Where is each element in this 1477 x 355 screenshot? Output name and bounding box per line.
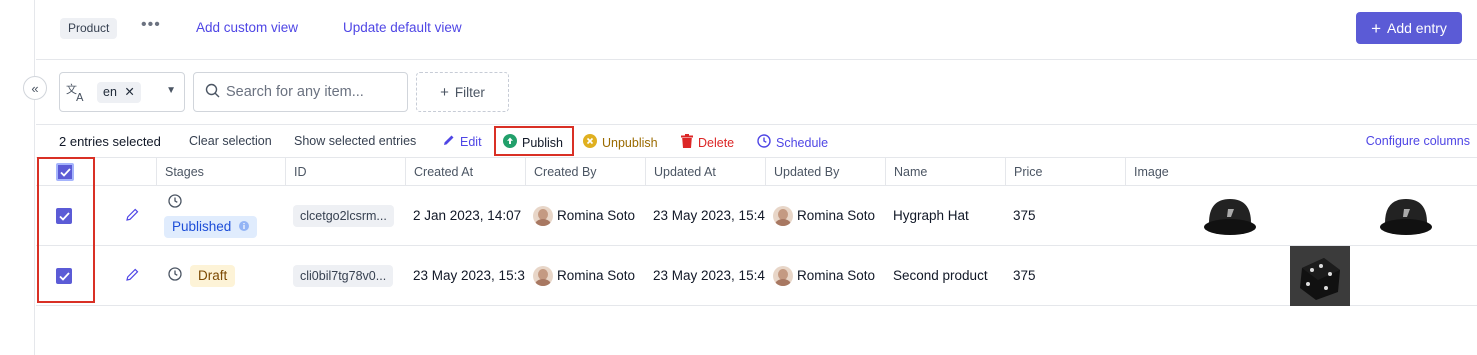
double-chevron-left-icon: « bbox=[31, 80, 39, 96]
created-by-cell: Romina Soto bbox=[525, 246, 645, 305]
schedule-label: Schedule bbox=[776, 135, 829, 150]
column-header-image[interactable]: Image bbox=[1125, 158, 1477, 186]
unpublish-icon bbox=[583, 134, 597, 151]
stage-cell: Published bbox=[156, 186, 285, 245]
search-box[interactable] bbox=[193, 72, 408, 112]
avatar bbox=[533, 265, 553, 286]
collapse-sidebar-button[interactable]: « bbox=[23, 76, 47, 100]
price-cell: 375 bbox=[1013, 208, 1036, 223]
schedule-button[interactable]: Schedule bbox=[757, 134, 828, 151]
cap-image[interactable] bbox=[1201, 191, 1259, 246]
plus-icon: + bbox=[1371, 18, 1381, 38]
add-custom-view-link[interactable]: Add custom view bbox=[196, 20, 298, 35]
show-selected-entries-button[interactable]: Show selected entries bbox=[294, 134, 416, 148]
table-row[interactable]: Draft cli0bil7tg78v0... 23 May 2023, 15:… bbox=[36, 246, 1477, 306]
translate-icon: 文A bbox=[66, 82, 88, 105]
column-header-price[interactable]: Price bbox=[1005, 158, 1125, 186]
column-header-stages[interactable]: Stages bbox=[156, 158, 285, 186]
row-edit-button[interactable] bbox=[118, 186, 148, 245]
entry-id[interactable]: cli0bil7tg78v0... bbox=[293, 264, 394, 287]
pencil-icon bbox=[126, 208, 139, 224]
created-at-cell: 23 May 2023, 15:3 bbox=[413, 268, 525, 283]
checkbox-column-highlight bbox=[37, 157, 95, 303]
table-header: Stages ID Created At Created By Updated … bbox=[36, 157, 1477, 186]
more-options-icon[interactable]: ••• bbox=[141, 16, 161, 34]
avatar bbox=[533, 205, 553, 226]
created-by-cell: Romina Soto bbox=[525, 186, 645, 245]
created-at-cell: 2 Jan 2023, 14:07 bbox=[413, 208, 522, 223]
filter-button[interactable]: + Filter bbox=[416, 72, 509, 112]
bulk-actions-bar: 2 entries selected Clear selection Show … bbox=[36, 125, 1477, 157]
pencil-icon bbox=[443, 134, 455, 149]
pencil-icon bbox=[126, 268, 139, 284]
stage-label: Published bbox=[172, 219, 232, 234]
table-row[interactable]: Published clcetgo2lcsrm... 2 Jan 2023, 1… bbox=[36, 186, 1477, 246]
column-header-updated-at[interactable]: Updated At bbox=[645, 158, 765, 186]
clock-icon bbox=[757, 134, 771, 151]
created-by-name: Romina Soto bbox=[557, 268, 636, 283]
svg-text:A: A bbox=[76, 91, 84, 102]
updated-at-cell: 23 May 2023, 15:4 bbox=[653, 268, 765, 283]
updated-by-name: Romina Soto bbox=[797, 208, 876, 223]
clock-icon bbox=[168, 267, 182, 284]
add-entry-button[interactable]: + Add entry bbox=[1356, 12, 1462, 44]
stage-cell: Draft bbox=[156, 246, 285, 305]
id-cell: cli0bil7tg78v0... bbox=[285, 246, 405, 305]
trash-icon bbox=[681, 134, 693, 151]
updated-by-name: Romina Soto bbox=[797, 268, 876, 283]
stage-badge-published: Published bbox=[164, 215, 258, 238]
configure-columns-button[interactable]: Configure columns bbox=[1366, 134, 1470, 148]
name-cell: Second product bbox=[893, 268, 988, 283]
avatar bbox=[773, 265, 793, 286]
avatar bbox=[773, 205, 793, 226]
clear-selection-button[interactable]: Clear selection bbox=[189, 134, 272, 148]
column-header-created-by[interactable]: Created By bbox=[525, 158, 645, 186]
clock-icon bbox=[168, 193, 182, 211]
edit-button[interactable]: Edit bbox=[443, 134, 482, 149]
delete-label: Delete bbox=[698, 135, 735, 150]
filter-toolbar: 文A en ✕ ▼ + Filter bbox=[36, 60, 1477, 125]
remove-locale-icon[interactable]: ✕ bbox=[124, 85, 134, 99]
updated-by-cell: Romina Soto bbox=[765, 186, 885, 245]
selection-count: 2 entries selected bbox=[59, 134, 161, 149]
left-rail bbox=[0, 0, 35, 355]
edit-column-header bbox=[94, 158, 156, 186]
column-header-id[interactable]: ID bbox=[285, 158, 405, 186]
column-header-created-at[interactable]: Created At bbox=[405, 158, 525, 186]
filter-label: Filter bbox=[454, 84, 485, 100]
column-header-name[interactable]: Name bbox=[885, 158, 1005, 186]
model-tab[interactable]: Product bbox=[60, 18, 118, 39]
search-input[interactable] bbox=[226, 82, 401, 102]
stage-badge-draft: Draft bbox=[190, 264, 236, 287]
update-default-view-link[interactable]: Update default view bbox=[343, 20, 462, 35]
name-cell: Hygraph Hat bbox=[893, 208, 969, 223]
edit-label: Edit bbox=[460, 134, 482, 149]
view-header: Product ••• Add custom view Update defau… bbox=[36, 0, 1477, 60]
search-icon bbox=[205, 83, 221, 104]
price-cell: 375 bbox=[1013, 268, 1036, 283]
plus-icon: + bbox=[440, 83, 449, 101]
unpublish-label: Unpublish bbox=[602, 135, 658, 150]
publish-button[interactable]: Publish bbox=[503, 134, 563, 151]
row-edit-button[interactable] bbox=[118, 246, 148, 305]
entry-id[interactable]: clcetgo2lcsrm... bbox=[293, 204, 394, 227]
locale-label: en bbox=[103, 85, 117, 99]
dice-image[interactable] bbox=[1290, 246, 1350, 311]
info-icon[interactable] bbox=[239, 219, 250, 234]
locale-selector[interactable]: 文A en ✕ ▼ bbox=[59, 72, 185, 112]
column-header-updated-by[interactable]: Updated By bbox=[765, 158, 885, 186]
unpublish-button[interactable]: Unpublish bbox=[583, 134, 658, 151]
publish-label: Publish bbox=[522, 135, 563, 150]
created-by-name: Romina Soto bbox=[557, 208, 636, 223]
add-entry-label: Add entry bbox=[1387, 20, 1447, 36]
locale-chip[interactable]: en ✕ bbox=[97, 82, 141, 103]
cloud-upload-icon bbox=[503, 134, 517, 151]
updated-by-cell: Romina Soto bbox=[765, 246, 885, 305]
id-cell: clcetgo2lcsrm... bbox=[285, 186, 405, 245]
cap-image[interactable] bbox=[1377, 191, 1435, 246]
delete-button[interactable]: Delete bbox=[681, 134, 734, 151]
caret-down-icon[interactable]: ▼ bbox=[166, 85, 176, 96]
updated-at-cell: 23 May 2023, 15:4 bbox=[653, 208, 765, 223]
